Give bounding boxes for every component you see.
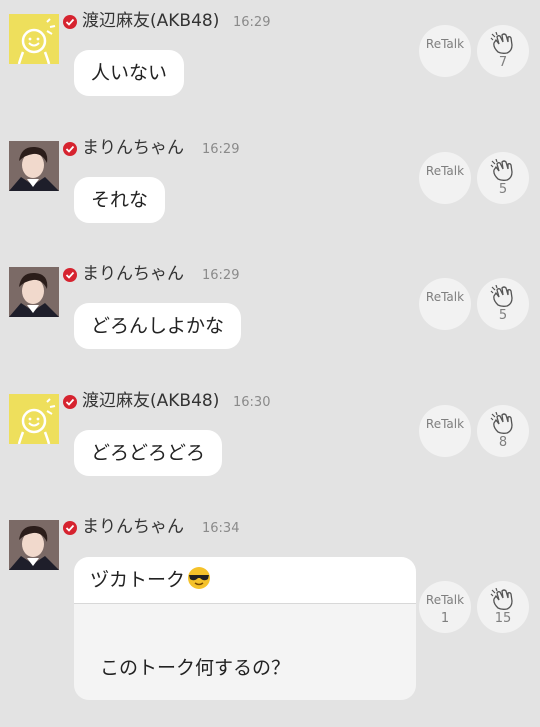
talk-card-body: このトーク何するの？ [100, 657, 291, 679]
photo-avatar-icon [9, 141, 59, 191]
avatar[interactable] [9, 14, 59, 64]
sender-name: 渡辺麻友(AKB48) [82, 11, 220, 31]
verified-icon [63, 521, 77, 535]
sender-name: まりんちゃん [82, 264, 184, 284]
photo-avatar-icon [9, 267, 59, 317]
talk-title-text: ヅカトーク [90, 569, 186, 591]
sender-name: まりんちゃん [82, 138, 184, 158]
sender-name: まりんちゃん [82, 517, 184, 537]
verified-icon [63, 142, 77, 156]
verified-icon [63, 268, 77, 282]
avatar[interactable] [9, 394, 59, 444]
talk-card-title: ヅカトーク [90, 566, 212, 593]
talk-card[interactable]: ヅカトーク このトーク何するの？ [74, 557, 416, 700]
clap-button[interactable]: 8 [477, 405, 529, 457]
verified-icon [63, 15, 77, 29]
clap-icon [490, 412, 513, 434]
timestamp: 16:29 [202, 142, 240, 157]
clap-count: 15 [494, 611, 512, 626]
message-bubble: 人いない [74, 50, 185, 96]
message-bubble: それな [74, 177, 166, 223]
clap-button[interactable]: 5 [477, 278, 529, 330]
retalk-button[interactable]: ReTalk [419, 405, 471, 457]
retalk-button[interactable]: ReTalk [419, 152, 471, 204]
clap-icon [490, 32, 513, 54]
retalk-label: ReTalk [425, 164, 465, 178]
clap-button[interactable]: 5 [477, 152, 529, 204]
clap-icon [490, 588, 513, 610]
timestamp: 16:34 [202, 521, 240, 536]
talk-card-header: ヅカトーク [74, 557, 416, 604]
retalk-count: 1 [440, 611, 450, 626]
clap-count: 7 [498, 55, 508, 70]
retalk-label: ReTalk [425, 593, 465, 607]
timestamp: 16:29 [233, 15, 271, 30]
message-bubble: どろんしよかな [74, 303, 242, 349]
clap-count: 8 [498, 435, 508, 450]
clap-icon [490, 285, 513, 307]
clap-button[interactable]: 15 [477, 581, 529, 633]
verified-icon [63, 395, 77, 409]
clap-count: 5 [498, 182, 508, 197]
avatar[interactable] [9, 141, 59, 191]
clap-button[interactable]: 7 [477, 25, 529, 77]
sunglasses-emoji-icon [188, 567, 211, 589]
avatar[interactable] [9, 520, 59, 570]
smiley-avatar-icon [17, 18, 56, 64]
message-bubble: どろどろどろ [74, 430, 223, 476]
clap-icon [490, 159, 513, 181]
clap-count: 5 [498, 308, 508, 323]
sender-name: 渡辺麻友(AKB48) [82, 391, 220, 411]
photo-avatar-icon [9, 520, 59, 570]
avatar[interactable] [9, 267, 59, 317]
retalk-button[interactable]: ReTalk [419, 25, 471, 77]
retalk-label: ReTalk [425, 37, 465, 51]
retalk-label: ReTalk [425, 417, 465, 431]
retalk-button[interactable]: ReTalk 1 [419, 581, 471, 633]
timestamp: 16:29 [202, 268, 240, 283]
timestamp: 16:30 [233, 395, 271, 410]
smiley-avatar-icon [17, 398, 56, 444]
retalk-label: ReTalk [425, 290, 465, 304]
retalk-button[interactable]: ReTalk [419, 278, 471, 330]
